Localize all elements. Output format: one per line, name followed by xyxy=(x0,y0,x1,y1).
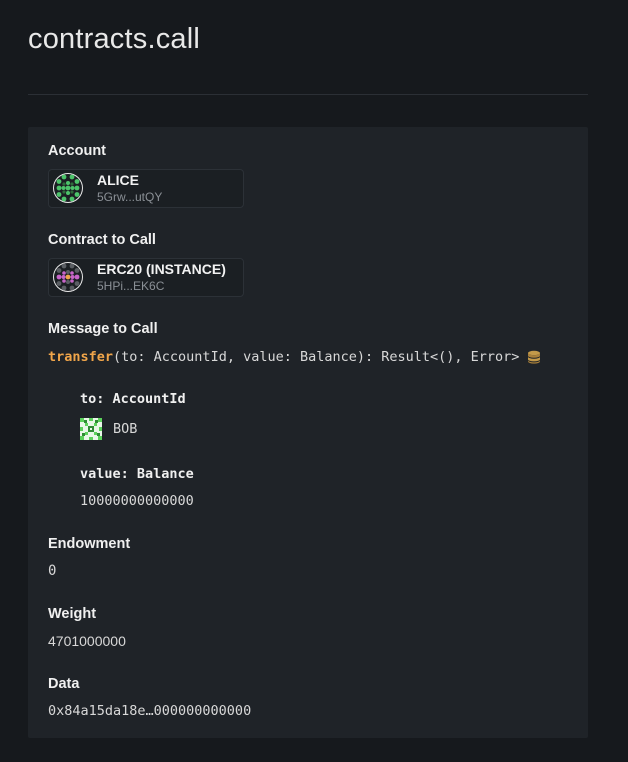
account-label: Account xyxy=(48,143,106,159)
weight-label: Weight xyxy=(48,606,97,622)
arg-to-label: to: AccountId xyxy=(80,391,186,407)
message-signature[interactable]: transfer (to: AccountId, value: Balance):… xyxy=(48,349,541,365)
database-icon xyxy=(528,350,541,364)
message-params: (to: AccountId, value: Balance): Result<… xyxy=(113,349,520,365)
account-address: 5Grw...utQY xyxy=(97,190,163,204)
endowment-label: Endowment xyxy=(48,536,131,552)
title-divider xyxy=(28,94,588,95)
page-title: contracts.call xyxy=(28,23,201,55)
alice-identicon-icon xyxy=(53,173,83,203)
endowment-value: 0 xyxy=(48,563,57,579)
call-details-panel: Account ALICE 5Grw...utQY Contract to Ca… xyxy=(28,127,588,738)
weight-value: 4701000000 xyxy=(48,633,126,649)
account-selector[interactable]: ALICE 5Grw...utQY xyxy=(48,169,244,208)
arg-value-label: value: Balance xyxy=(80,466,194,482)
bob-identicon-icon xyxy=(80,418,102,440)
arg-to-value: BOB xyxy=(80,418,137,440)
message-function-name: transfer xyxy=(48,349,114,365)
arg-value-amount: 10000000000000 xyxy=(80,493,194,509)
contract-address: 5HPi...EK6C xyxy=(97,279,165,293)
message-label: Message to Call xyxy=(48,321,158,337)
contract-name: ERC20 (INSTANCE) xyxy=(97,261,226,277)
arg-to-account-name: BOB xyxy=(113,421,138,437)
contract-selector[interactable]: ERC20 (INSTANCE) 5HPi...EK6C xyxy=(48,258,244,297)
account-name: ALICE xyxy=(97,172,139,188)
data-value: 0x84a15da18e…000000000000 xyxy=(48,703,252,719)
data-label: Data xyxy=(48,676,80,692)
contract-identicon-icon xyxy=(53,262,83,292)
contract-label: Contract to Call xyxy=(48,232,156,248)
